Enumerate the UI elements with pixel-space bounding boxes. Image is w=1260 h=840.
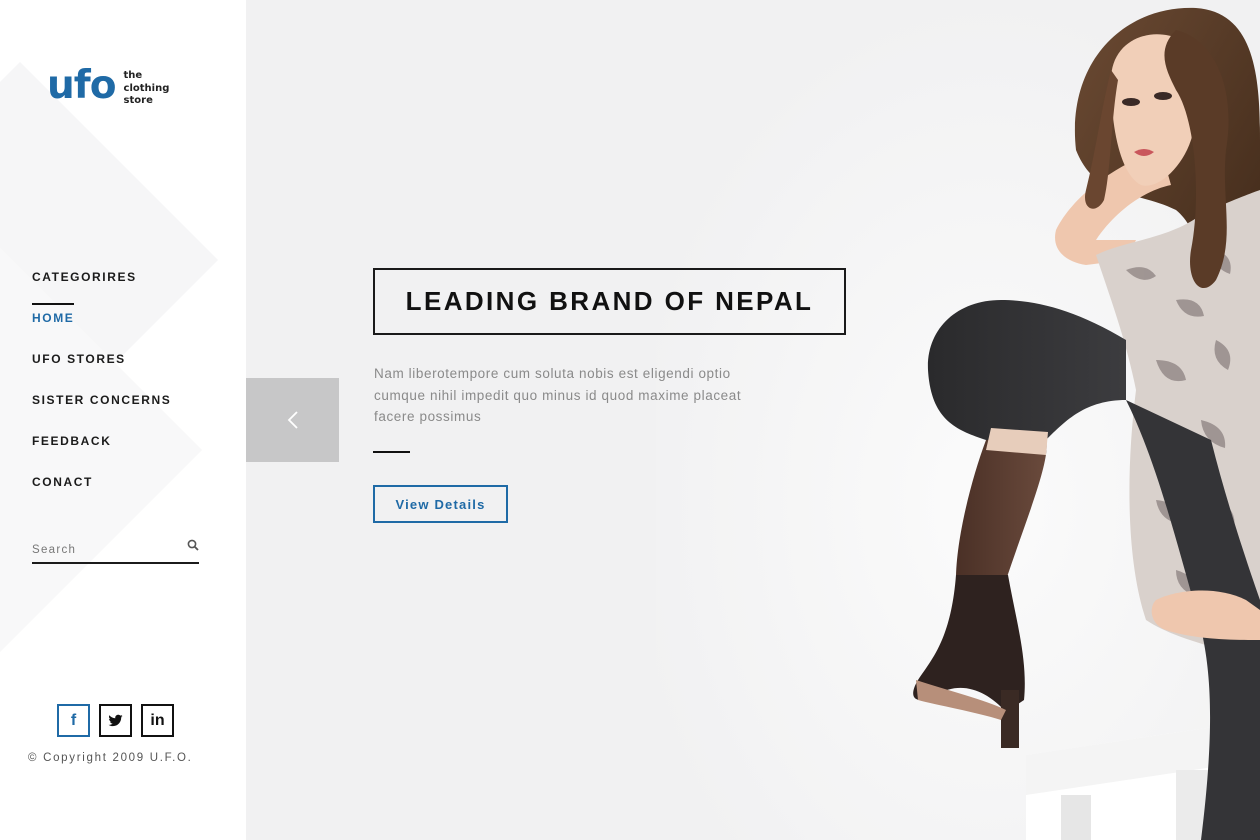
logo-tagline-line: store xyxy=(123,95,153,106)
hero-description: Nam liberotempore cum soluta nobis est e… xyxy=(374,366,742,424)
nav-item-contact[interactable]: CONACT xyxy=(32,475,171,516)
slider-prev-button[interactable] xyxy=(246,378,339,462)
main-nav: CATEGORIRES HOME UFO STORES SISTER CONCE… xyxy=(32,270,171,516)
twitter-bird-icon xyxy=(108,714,123,727)
sidebar: ufo the clothing store CATEGORIRES HOME … xyxy=(0,0,246,840)
nav-item-sister-concerns[interactable]: SISTER CONCERNS xyxy=(32,393,171,434)
logo-mark: ufo xyxy=(47,63,117,108)
chevron-left-icon xyxy=(287,411,298,429)
brand-logo[interactable]: ufo the clothing store xyxy=(47,64,184,108)
view-details-button[interactable]: View Details xyxy=(373,485,508,523)
logo-tagline-line: clothing xyxy=(123,82,170,94)
search-icon[interactable] xyxy=(187,539,199,551)
logo-tagline: the clothing store xyxy=(124,70,184,108)
linkedin-icon[interactable]: in xyxy=(141,704,174,737)
headline-box: LEADING BRAND OF NEPAL xyxy=(373,268,846,335)
hero-slider: LEADING BRAND OF NEPAL Nam liberotempore… xyxy=(246,0,1260,840)
nav-item-ufo-stores[interactable]: UFO STORES xyxy=(32,352,171,393)
hero-headline: LEADING BRAND OF NEPAL xyxy=(405,286,814,316)
copyright-text: © Copyright 2009 U.F.O. xyxy=(28,752,193,764)
facebook-icon[interactable]: f xyxy=(57,704,90,737)
twitter-icon[interactable] xyxy=(99,704,132,737)
social-links: f in xyxy=(57,704,174,737)
divider xyxy=(373,451,410,453)
search-input[interactable] xyxy=(32,544,172,556)
logo-tagline-line: the xyxy=(123,70,143,81)
nav-item-feedback[interactable]: FEEDBACK xyxy=(32,434,171,475)
search-box xyxy=(32,538,199,564)
nav-heading: CATEGORIRES xyxy=(32,270,171,311)
nav-item-home[interactable]: HOME xyxy=(32,311,171,352)
